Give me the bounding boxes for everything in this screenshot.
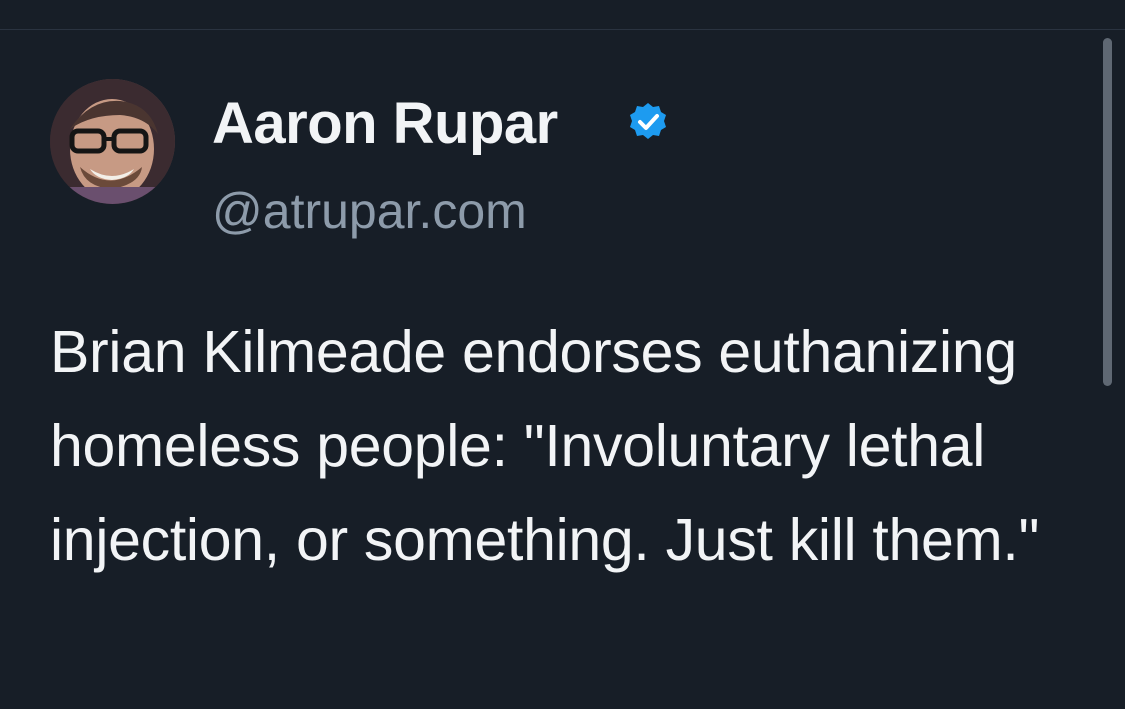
avatar-photo (50, 79, 175, 204)
tweet-text: Brian Kilmeade endorses euthanizing home… (50, 319, 1040, 573)
scrollbar[interactable] (1103, 38, 1112, 386)
top-divider (0, 0, 1125, 30)
avatar[interactable] (50, 79, 175, 204)
tweet-page: Aaron Rupar @atrupar.com Brian Kilmeade … (0, 0, 1125, 709)
verified-badge-icon (630, 103, 666, 139)
author-handle[interactable]: @atrupar.com (212, 183, 527, 239)
author-display-name[interactable]: Aaron Rupar (212, 92, 558, 156)
